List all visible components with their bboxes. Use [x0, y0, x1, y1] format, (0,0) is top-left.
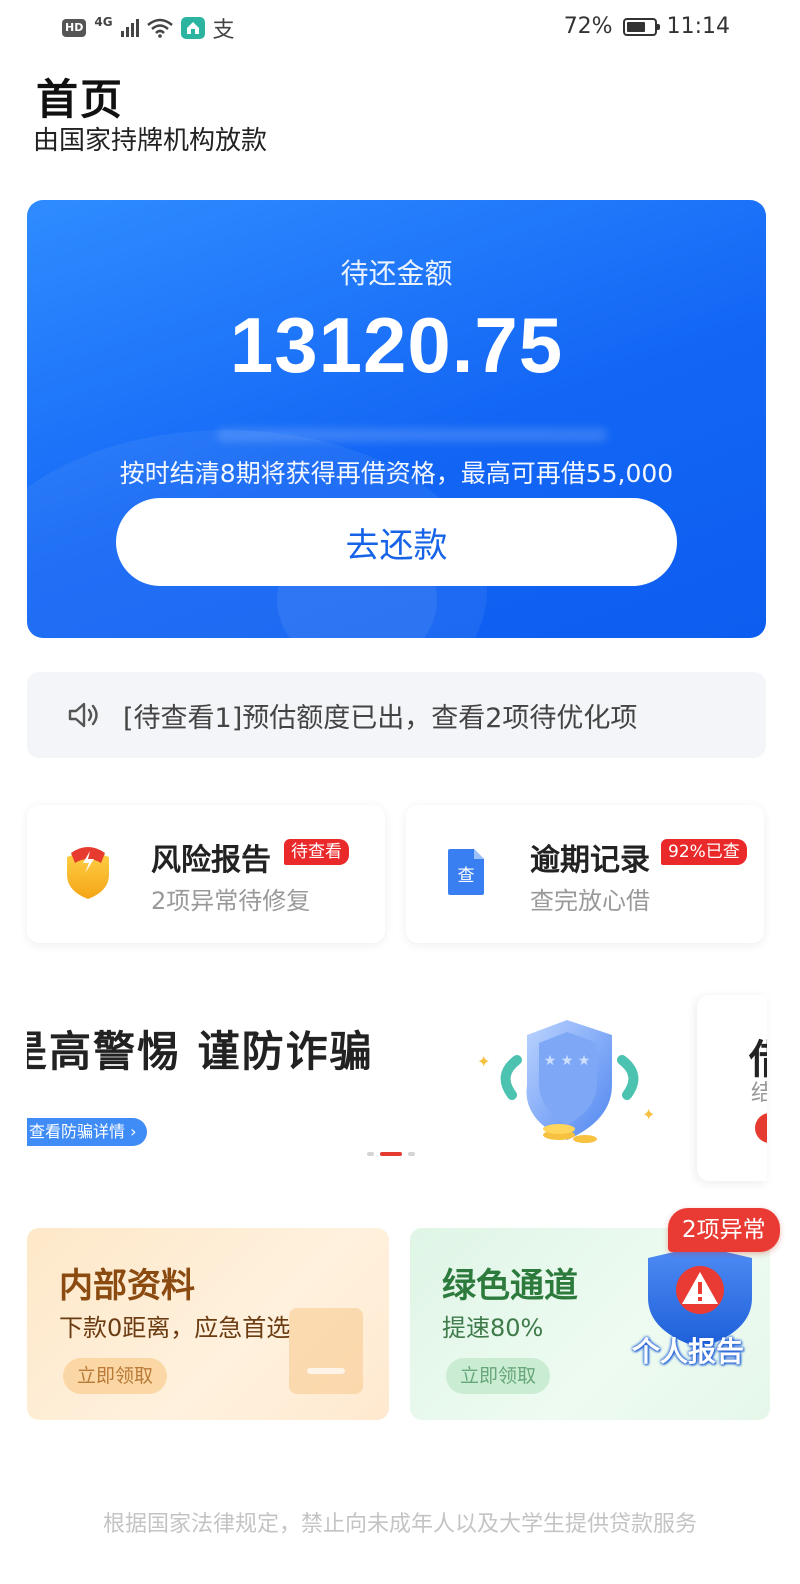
battery-icon [622, 17, 660, 36]
promo-subtitle: 提速80% [442, 1314, 544, 1342]
notice-bar[interactable]: [待查看1]预估额度已出，查看2项待优化项 [27, 672, 766, 758]
claim-button[interactable]: 立即领取 [446, 1358, 551, 1394]
carousel-dot-active[interactable] [380, 1152, 402, 1156]
card-subtitle: 查完放心借 [530, 887, 650, 915]
status-badge: 待查看 [284, 839, 349, 865]
home-app-icon [180, 17, 205, 39]
card-title: 风险报告 [151, 843, 271, 878]
document-icon-label: 查 [458, 866, 475, 886]
notice-text: [待查看1]预估额度已出，查看2项待优化项 [123, 702, 638, 734]
carousel-dot[interactable] [408, 1152, 415, 1156]
speaker-icon [67, 701, 101, 729]
svg-text:✦: ✦ [642, 1105, 655, 1124]
folder-decoration [289, 1308, 363, 1394]
status-bar: HD 4G 支 72% 11:14 [0, 0, 800, 58]
peek-subtitle: 结 [751, 1081, 767, 1106]
blurred-text [217, 428, 607, 442]
fraud-details-label: 查看防骗详情 [29, 1122, 126, 1141]
carousel-dot[interactable] [367, 1152, 374, 1156]
next-banner-card[interactable]: 借 结 [697, 995, 767, 1181]
shield-star-icon: ★ ★ ★ ✦ ✦ [467, 1005, 667, 1169]
promo-subtitle: 下款0距离，应急首选 [59, 1314, 291, 1342]
wifi-icon [146, 18, 173, 38]
status-badge: 92%已查 [661, 839, 747, 865]
page-subtitle: 由国家持牌机构放款 [33, 126, 268, 156]
personal-report-label[interactable]: 个人报告 [632, 1330, 744, 1370]
repayment-amount: 13120.75 [229, 301, 564, 389]
anti-fraud-banner[interactable]: 是高警惕 谨防诈骗 查看防骗详情 › ★ ★ ★ ✦ ✦ [27, 990, 717, 1180]
carousel-indicator [367, 1152, 415, 1156]
anomaly-badge[interactable]: 2项异常 [668, 1208, 780, 1252]
card-subtitle: 2项异常待修复 [151, 887, 311, 915]
battery-percent: 72% [563, 14, 613, 39]
promo-title: 绿色通道 [442, 1266, 578, 1306]
card-title: 逾期记录 [530, 843, 650, 878]
repay-button[interactable]: 去还款 [116, 498, 677, 586]
banner-title: 是高警惕 谨防诈骗 [27, 1027, 374, 1076]
internal-materials-tile[interactable]: 内部资料 下款0距离，应急首选 立即领取 [27, 1228, 389, 1420]
battery-fill [626, 21, 646, 32]
signal-icon [120, 19, 139, 37]
legal-footer: 根据国家法律规定，禁止向未成年人以及大学生提供贷款服务 [102, 1512, 697, 1537]
reloan-note: 按时结清8期将获得再借资格，最高可再借55,000 [119, 459, 674, 488]
repayment-label: 待还金额 [340, 257, 453, 290]
peek-button [755, 1113, 767, 1143]
shield-lightning-icon [63, 843, 113, 905]
svg-text:✦: ✦ [477, 1052, 490, 1071]
status-left: HD 4G 支 [62, 14, 235, 43]
page-title: 首页 [36, 75, 125, 124]
fraud-details-link[interactable]: 查看防骗详情 › [27, 1118, 147, 1146]
repayment-card: 待还金额 13120.75 按时结清8期将获得再借资格，最高可再借55,000 … [27, 200, 766, 638]
promo-title: 内部资料 [59, 1266, 195, 1306]
clock: 11:14 [666, 14, 730, 39]
risk-report-card[interactable]: 风险报告 待查看 2项异常待修复 [27, 805, 385, 943]
hd-indicator: HD [62, 19, 87, 37]
document-icon: 查 [446, 847, 486, 901]
status-right: 72% 11:14 [564, 14, 730, 39]
alipay-icon: 支 [212, 18, 235, 43]
claim-button[interactable]: 立即领取 [63, 1358, 168, 1394]
overdue-record-card[interactable]: 查 逾期记录 92%已查 查完放心借 [406, 805, 764, 943]
svg-text:★ ★ ★: ★ ★ ★ [544, 1053, 591, 1069]
network-type: 4G [94, 15, 113, 29]
